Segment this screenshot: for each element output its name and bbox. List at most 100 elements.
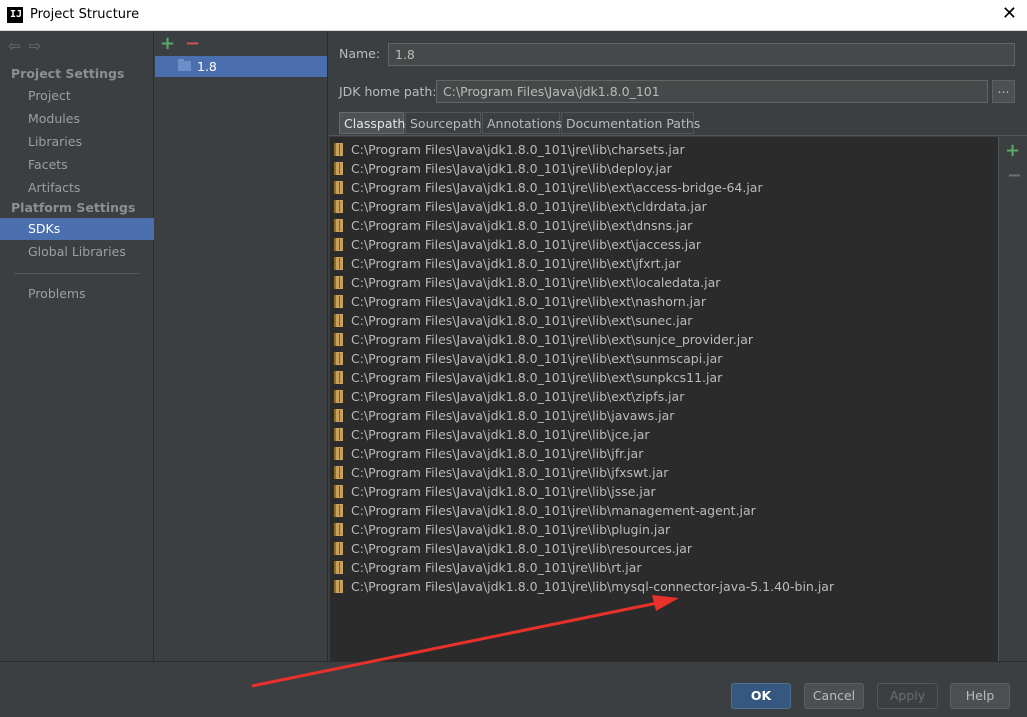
list-item[interactable]: C:\Program Files\Java\jdk1.8.0_101\jre\l… xyxy=(330,311,998,330)
classpath-entry: C:\Program Files\Java\jdk1.8.0_101\jre\l… xyxy=(351,142,685,157)
classpath-entry: C:\Program Files\Java\jdk1.8.0_101\jre\l… xyxy=(351,256,681,271)
list-item[interactable]: C:\Program Files\Java\jdk1.8.0_101\jre\l… xyxy=(330,463,998,482)
classpath-entry: C:\Program Files\Java\jdk1.8.0_101\jre\l… xyxy=(351,351,723,366)
nav-item-facets[interactable]: Facets xyxy=(0,154,154,176)
list-item[interactable]: C:\Program Files\Java\jdk1.8.0_101\jre\l… xyxy=(330,235,998,254)
classpath-entry: C:\Program Files\Java\jdk1.8.0_101\jre\l… xyxy=(351,332,754,347)
list-item[interactable]: C:\Program Files\Java\jdk1.8.0_101\jre\l… xyxy=(330,501,998,520)
close-icon[interactable]: ✕ xyxy=(1002,4,1017,24)
nav-item-modules[interactable]: Modules xyxy=(0,108,154,130)
classpath-entry: C:\Program Files\Java\jdk1.8.0_101\jre\l… xyxy=(351,446,644,461)
jar-icon xyxy=(334,276,343,289)
jar-icon xyxy=(334,200,343,213)
jar-icon xyxy=(334,561,343,574)
nav-item-libraries[interactable]: Libraries xyxy=(0,131,154,153)
list-item[interactable]: C:\Program Files\Java\jdk1.8.0_101\jre\l… xyxy=(330,330,998,349)
jdk-home-label: JDK home path: xyxy=(339,84,437,99)
tab-divider xyxy=(329,135,1027,136)
list-item[interactable]: C:\Program Files\Java\jdk1.8.0_101\jre\l… xyxy=(330,349,998,368)
list-item[interactable]: C:\Program Files\Java\jdk1.8.0_101\jre\l… xyxy=(330,254,998,273)
browse-button[interactable]: ... xyxy=(992,80,1015,103)
classpath-entry: C:\Program Files\Java\jdk1.8.0_101\jre\l… xyxy=(351,541,693,556)
jar-icon xyxy=(334,371,343,384)
classpath-entry: C:\Program Files\Java\jdk1.8.0_101\jre\l… xyxy=(351,370,723,385)
nav-item-sdks[interactable]: SDKs xyxy=(0,218,154,240)
project-settings-heading: Project Settings xyxy=(11,66,125,81)
list-item[interactable]: C:\Program Files\Java\jdk1.8.0_101\jre\l… xyxy=(330,368,998,387)
list-item[interactable]: C:\Program Files\Java\jdk1.8.0_101\jre\l… xyxy=(330,539,998,558)
jar-icon xyxy=(334,143,343,156)
jar-icon xyxy=(334,428,343,441)
remove-classpath-icon[interactable]: − xyxy=(1007,165,1022,186)
tab-sourcepath[interactable]: Sourcepath xyxy=(405,112,481,134)
list-item[interactable]: C:\Program Files\Java\jdk1.8.0_101\jre\l… xyxy=(330,520,998,539)
back-arrow-icon[interactable]: ⇦ xyxy=(8,37,21,55)
list-item[interactable]: C:\Program Files\Java\jdk1.8.0_101\jre\l… xyxy=(330,425,998,444)
jar-icon xyxy=(334,257,343,270)
classpath-entry: C:\Program Files\Java\jdk1.8.0_101\jre\l… xyxy=(351,180,763,195)
classpath-entry: C:\Program Files\Java\jdk1.8.0_101\jre\l… xyxy=(351,503,756,518)
forward-arrow-icon[interactable]: ⇨ xyxy=(29,37,42,55)
list-item[interactable]: C:\Program Files\Java\jdk1.8.0_101\jre\l… xyxy=(330,292,998,311)
name-field[interactable]: 1.8 xyxy=(388,43,1015,66)
classpath-entry: C:\Program Files\Java\jdk1.8.0_101\jre\l… xyxy=(351,161,672,176)
history-arrows: ⇦ ⇨ xyxy=(8,37,49,55)
classpath-entry: C:\Program Files\Java\jdk1.8.0_101\jre\l… xyxy=(351,218,693,233)
nav-item-global-libraries[interactable]: Global Libraries xyxy=(0,241,154,263)
sdk-detail-panel: Name: 1.8 JDK home path: C:\Program File… xyxy=(329,31,1027,663)
title-bar: IJ Project Structure ✕ xyxy=(0,0,1027,31)
list-item[interactable]: C:\Program Files\Java\jdk1.8.0_101\jre\l… xyxy=(330,216,998,235)
classpath-list[interactable]: C:\Program Files\Java\jdk1.8.0_101\jre\l… xyxy=(330,137,999,663)
jar-icon xyxy=(334,238,343,251)
tab-classpath[interactable]: Classpath xyxy=(339,112,405,134)
jar-icon xyxy=(334,333,343,346)
ok-button[interactable]: OK xyxy=(731,683,791,709)
list-item[interactable]: C:\Program Files\Java\jdk1.8.0_101\jre\l… xyxy=(330,387,998,406)
add-classpath-icon[interactable]: + xyxy=(1005,140,1020,161)
list-item[interactable]: C:\Program Files\Java\jdk1.8.0_101\jre\l… xyxy=(330,406,998,425)
tab-annotations[interactable]: Annotations xyxy=(482,112,562,134)
jar-icon xyxy=(334,542,343,555)
intellij-logo-icon: IJ xyxy=(7,7,23,23)
classpath-entry: C:\Program Files\Java\jdk1.8.0_101\jre\l… xyxy=(351,313,693,328)
platform-settings-heading: Platform Settings xyxy=(11,200,136,215)
jar-icon xyxy=(334,409,343,422)
jdk-home-path-field[interactable]: C:\Program Files\Java\jdk1.8.0_101 xyxy=(436,80,988,103)
remove-sdk-icon[interactable]: − xyxy=(185,33,200,54)
list-item[interactable]: C:\Program Files\Java\jdk1.8.0_101\jre\l… xyxy=(330,444,998,463)
tab-documentation-paths[interactable]: Documentation Paths xyxy=(561,112,700,134)
jar-icon xyxy=(334,580,343,593)
settings-navigation: ⇦ ⇨ Project Settings Project Modules Libr… xyxy=(0,31,154,661)
list-item[interactable]: C:\Program Files\Java\jdk1.8.0_101\jre\l… xyxy=(330,140,998,159)
list-item[interactable]: C:\Program Files\Java\jdk1.8.0_101\jre\l… xyxy=(330,577,998,596)
list-item[interactable]: C:\Program Files\Java\jdk1.8.0_101\jre\l… xyxy=(330,159,998,178)
cancel-button[interactable]: Cancel xyxy=(804,683,864,709)
list-item[interactable]: C:\Program Files\Java\jdk1.8.0_101\jre\l… xyxy=(330,197,998,216)
classpath-entry: C:\Program Files\Java\jdk1.8.0_101\jre\l… xyxy=(351,237,702,252)
dialog-button-bar: OK Cancel Apply Help xyxy=(0,661,1027,717)
nav-item-artifacts[interactable]: Artifacts xyxy=(0,177,154,199)
jar-icon xyxy=(334,390,343,403)
jar-icon xyxy=(334,314,343,327)
jar-icon xyxy=(334,447,343,460)
nav-divider xyxy=(14,273,140,274)
classpath-entry: C:\Program Files\Java\jdk1.8.0_101\jre\l… xyxy=(351,275,721,290)
classpath-entry: C:\Program Files\Java\jdk1.8.0_101\jre\l… xyxy=(351,465,669,480)
window-title: Project Structure xyxy=(30,7,140,22)
help-button[interactable]: Help xyxy=(950,683,1010,709)
jar-icon xyxy=(334,523,343,536)
classpath-entry: C:\Program Files\Java\jdk1.8.0_101\jre\l… xyxy=(351,427,650,442)
sdk-list-item[interactable]: 1.8 xyxy=(155,56,327,77)
jar-icon xyxy=(334,295,343,308)
list-item[interactable]: C:\Program Files\Java\jdk1.8.0_101\jre\l… xyxy=(330,273,998,292)
apply-button[interactable]: Apply xyxy=(877,683,938,709)
classpath-entry: C:\Program Files\Java\jdk1.8.0_101\jre\l… xyxy=(351,484,656,499)
list-item[interactable]: C:\Program Files\Java\jdk1.8.0_101\jre\l… xyxy=(330,178,998,197)
nav-item-problems[interactable]: Problems xyxy=(0,283,154,305)
classpath-entry: C:\Program Files\Java\jdk1.8.0_101\jre\l… xyxy=(351,560,642,575)
jar-icon xyxy=(334,181,343,194)
list-item[interactable]: C:\Program Files\Java\jdk1.8.0_101\jre\l… xyxy=(330,558,998,577)
list-item[interactable]: C:\Program Files\Java\jdk1.8.0_101\jre\l… xyxy=(330,482,998,501)
add-sdk-icon[interactable]: + xyxy=(160,33,175,54)
nav-item-project[interactable]: Project xyxy=(0,85,154,107)
